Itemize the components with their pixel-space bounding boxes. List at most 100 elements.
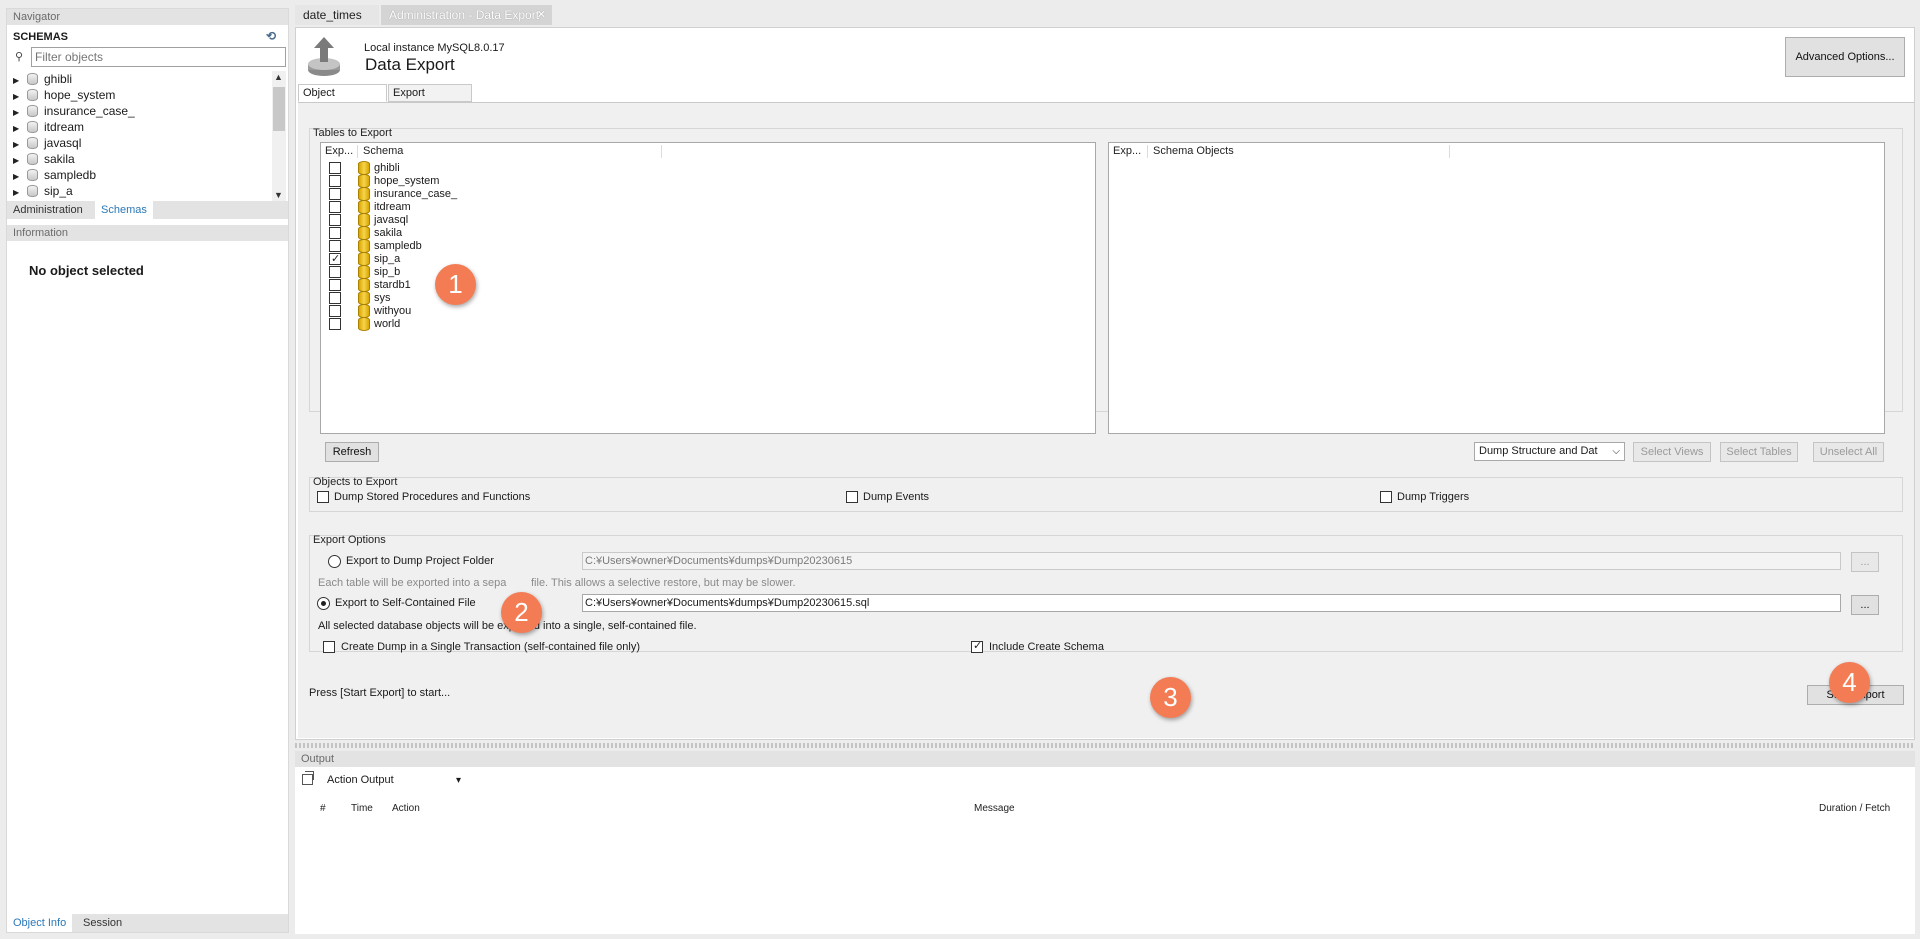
column-separator [1449,145,1450,158]
tree-item-label: itdream [44,120,85,134]
database-icon [27,121,38,133]
callout-badge-3: 3 [1150,677,1191,718]
database-icon [27,169,38,181]
schema-tree: ▶ ghibli ▶ hope_system ▶ insurance_case_ ▶ i… [7,71,288,201]
tree-item-sakila[interactable]: ▶ sakila [7,151,288,167]
objects-to-export-group: Objects to Export Dump Stored Procedures… [309,476,1903,512]
column-header-action[interactable]: Action [392,801,420,817]
column-header-export[interactable]: Exp... [1113,143,1141,159]
tab-session[interactable]: Session [77,914,128,932]
tab-schemas[interactable]: Schemas [95,201,153,219]
callout-badge-4: 4 [1829,662,1870,703]
tree-item-sip-a[interactable]: ▶ sip_a [7,183,288,199]
panel-splitter[interactable] [295,743,1915,748]
dump-events-label[interactable]: Dump Events [863,491,929,503]
tree-item-sampledb[interactable]: ▶ sampledb [7,167,288,183]
page-title: Data Export [365,55,455,74]
tree-item-label: insurance_case_ [44,104,135,118]
close-icon[interactable]: ✕ [537,5,546,25]
scroll-thumb[interactable] [273,87,285,131]
select-views-button[interactable]: Select Views [1633,442,1711,462]
select-tables-button[interactable]: Select Tables [1720,442,1798,462]
chevron-down-icon: ⌵ [1612,446,1620,457]
database-icon [27,153,38,165]
tree-item-ghibli[interactable]: ▶ ghibli [7,71,288,87]
group-title: Objects to Export [313,476,398,488]
output-panel: Action Output ▾ # Time Action Message Du… [295,767,1915,934]
browse-folder-button[interactable]: ... [1851,552,1879,572]
database-icon [27,185,38,197]
dump-procedures-checkbox[interactable] [317,491,329,503]
filter-box: ⚲ [13,47,286,69]
tree-item-javasql[interactable]: ▶ javasql [7,135,288,151]
output-table-header: # Time Action Message Duration / Fetch [295,801,1915,817]
tree-item-label: hope_system [44,88,116,102]
include-create-schema-label[interactable]: Include Create Schema [989,641,1104,653]
output-header: Output [295,751,1915,767]
folder-path-field[interactable]: C:¥Users¥owner¥Documents¥dumps¥Dump20230… [582,552,1841,570]
tree-item-itdream[interactable]: ▶ itdream [7,119,288,135]
column-header-time[interactable]: Time [351,801,373,817]
tab-object-info[interactable]: Object Info [7,914,73,932]
chevron-down-icon: ▾ [455,775,461,786]
file-path-field[interactable]: C:¥Users¥owner¥Documents¥dumps¥Dump20230… [582,594,1841,612]
information-header: Information [7,225,288,241]
callout-badge-2: 2 [501,592,542,633]
folder-note-start: Each table will be exported into a sepa [318,577,507,589]
column-header-export[interactable]: Exp... [325,143,353,159]
dump-procedures-label[interactable]: Dump Stored Procedures and Functions [334,491,530,503]
export-to-file-label[interactable]: Export to Self-Contained File [335,597,476,609]
schema-export-checkbox[interactable] [329,318,341,330]
tree-item-hope-system[interactable]: ▶ hope_system [7,87,288,103]
output-type-select[interactable]: Action Output ▾ [322,771,466,790]
status-text: Press [Start Export] to start... [309,687,451,699]
refresh-schemas-icon[interactable]: ⟲ [266,29,276,43]
callout-badge-1: 1 [435,264,476,305]
dump-mode-select[interactable]: Dump Structure and Dat ⌵ [1474,442,1625,461]
tab-export-progress[interactable]: Export Progress [388,84,472,116]
column-header-number[interactable]: # [320,801,326,817]
tab-date-times[interactable]: date_times [295,5,379,25]
export-options-group: Export Options Export to Dump Project Fo… [309,534,1903,653]
tab-administration[interactable]: Administration [7,201,89,219]
scroll-up-icon[interactable]: ▲ [274,72,283,82]
single-transaction-label[interactable]: Create Dump in a Single Transaction (sel… [341,641,640,653]
tab-data-export[interactable]: Administration - Data Export ✕ [381,5,552,25]
tab-object-selection[interactable]: Object Selection [298,84,387,116]
unselect-all-button[interactable]: Unselect All [1813,442,1884,462]
data-export-page: Local instance MySQL8.0.17 Data Export A… [295,27,1915,740]
tree-scrollbar[interactable]: ▲ ▼ [272,71,286,201]
refresh-button[interactable]: Refresh [325,442,379,462]
column-header-schema[interactable]: Schema [363,143,403,159]
database-icon [27,73,38,85]
export-to-folder-radio[interactable] [328,555,341,568]
single-transaction-checkbox[interactable] [323,641,335,653]
dump-triggers-checkbox[interactable] [1380,491,1392,503]
browse-file-button[interactable]: ... [1851,595,1879,615]
navigator-panel: Navigator SCHEMAS ⟲ ⚲ ▶ghibli ▶hope_syst… [6,8,289,933]
tree-item-label: sampledb [44,168,97,182]
scroll-down-icon[interactable]: ▼ [274,190,283,200]
column-header-message[interactable]: Message [974,801,1015,817]
column-header-duration[interactable]: Duration / Fetch [1819,801,1890,817]
filter-objects-input[interactable] [31,47,286,67]
schema-objects-list[interactable]: Exp... Schema Objects [1108,142,1885,434]
include-create-schema-checkbox[interactable] [971,639,983,653]
database-icon [27,137,38,149]
output-type-value: Action Output [327,774,394,786]
export-to-file-radio[interactable] [317,597,330,610]
dump-triggers-label[interactable]: Dump Triggers [1397,491,1469,503]
column-separator [661,145,662,158]
group-title: Tables to Export [313,127,392,139]
copy-icon[interactable] [302,771,314,785]
export-to-folder-label[interactable]: Export to Dump Project Folder [346,555,494,567]
advanced-options-button[interactable]: Advanced Options... [1785,37,1905,77]
tree-item-label: ghibli [44,72,73,86]
schema-row[interactable]: world [321,316,1095,332]
column-separator [357,145,358,158]
column-header-schema-objects[interactable]: Schema Objects [1153,143,1234,159]
expand-arrow-icon[interactable]: ▶ [13,185,23,201]
dump-events-checkbox[interactable] [846,491,858,503]
group-title: Export Options [313,534,386,546]
tree-item-insurance-case[interactable]: ▶ insurance_case_ [7,103,288,119]
